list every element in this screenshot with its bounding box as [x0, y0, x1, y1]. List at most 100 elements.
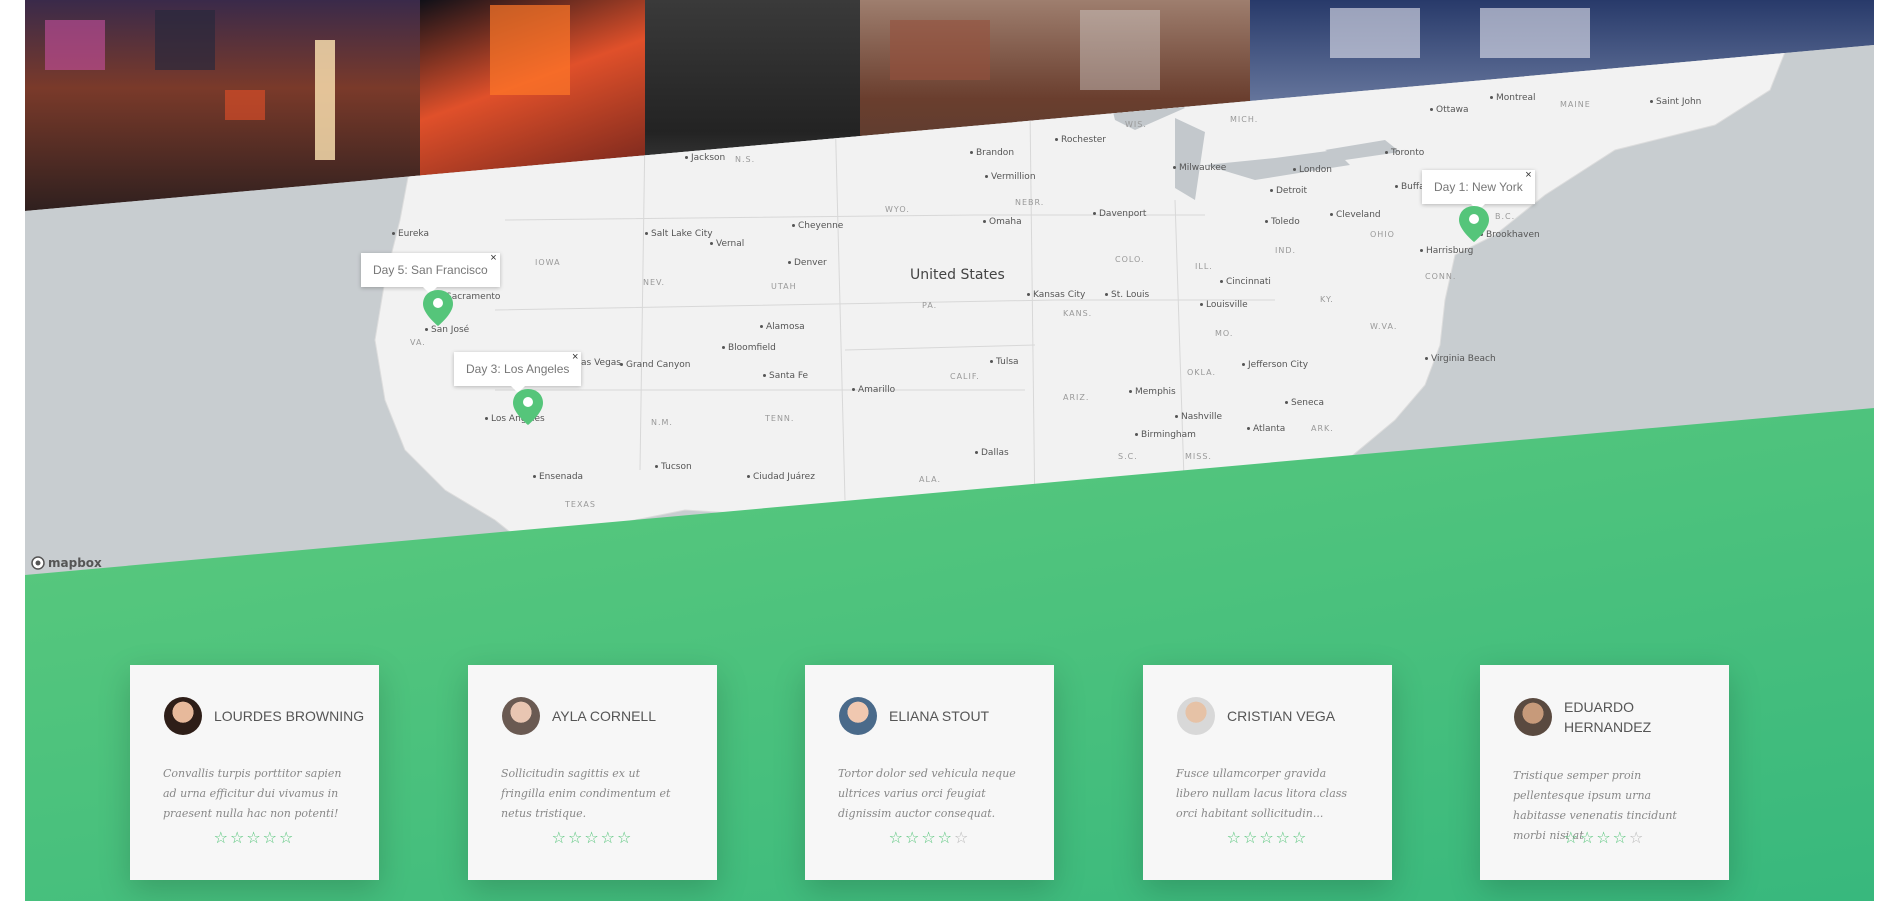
map-state-label: TEXAS	[565, 500, 596, 509]
review-card: Cristian Vega Fusce ullamcorper gravida …	[1143, 665, 1392, 880]
map-state-label: ILL.	[1195, 262, 1213, 271]
map-city-label: Toledo	[1265, 217, 1300, 227]
map-state-label: NEBR.	[1015, 198, 1045, 207]
mapbox-attribution: mapbox	[48, 556, 102, 570]
star-icon: ☆	[551, 828, 568, 847]
popup-label: Day 1: New York	[1434, 180, 1523, 194]
map-city-label: London	[1293, 165, 1332, 175]
star-icon: ☆	[888, 828, 905, 847]
review-text: Fusce ullamcorper gravida libero nullam …	[1176, 767, 1348, 820]
star-icon: ☆	[229, 828, 247, 847]
review-text: Sollicitudin sagittis ex ut fringilla en…	[501, 767, 671, 820]
map-pin-icon[interactable]	[423, 290, 453, 326]
map-city-label: Memphis	[1129, 387, 1176, 397]
map-state-label: MO.	[1215, 329, 1234, 338]
map-city-label: Dallas	[975, 448, 1009, 458]
review-text: Tortor dolor sed vehicula neque ultrices…	[838, 767, 1016, 820]
tour-page: United States Montreal Ottawa Saint John Br…	[25, 0, 1874, 901]
map-city-label: Atlanta	[1247, 424, 1285, 434]
map-city-label: Jackson	[685, 153, 725, 163]
review-text: Convallis turpis porttitor sapien ad urn…	[163, 767, 342, 820]
map-city-label: Ensenada	[533, 472, 583, 482]
map-state-label: CONN.	[1425, 272, 1457, 281]
map-state-label: OKLA.	[1187, 368, 1217, 377]
close-icon[interactable]: ×	[1525, 169, 1531, 181]
map-state-label: MICH.	[1230, 115, 1259, 124]
star-icon: ☆	[584, 828, 601, 847]
map-city-label: Eureka	[392, 229, 429, 239]
map-city-label: Bloomfield	[722, 343, 776, 353]
map-city-label: Virginia Beach	[1425, 354, 1496, 364]
star-icon: ☆	[904, 828, 922, 847]
review-card: Lourdes Browning Convallis turpis portti…	[130, 665, 379, 880]
review-card: Eliana Stout Tortor dolor sed vehicula n…	[805, 665, 1054, 880]
star-icon: ☆	[246, 828, 263, 847]
mapbox-logo[interactable]: mapbox	[31, 556, 102, 570]
reviewer-name: Eliana Stout	[889, 708, 990, 724]
map-state-label: PA.	[922, 301, 938, 310]
map-state-label: MAINE	[1560, 100, 1591, 109]
map-state-label: B.C.	[1495, 212, 1516, 221]
popup-new-york: Day 1: New York ×	[1422, 169, 1535, 211]
popup-label: Day 5: San Francisco	[373, 263, 488, 277]
close-icon[interactable]: ×	[490, 252, 496, 264]
map-city-label: Birmingham	[1135, 430, 1196, 440]
map-city-label: Alamosa	[760, 322, 805, 332]
star-icon: ☆	[1292, 828, 1309, 847]
mapbox-logo-icon	[31, 556, 45, 570]
map-city-label: Louisville	[1200, 300, 1248, 310]
star-icon: ☆	[1259, 828, 1276, 847]
star-icon: ☆	[937, 828, 955, 847]
avatar	[839, 697, 877, 735]
review-card: Eduardo Hernandez Tristique semper proin…	[1480, 665, 1729, 880]
map-city-label: Toronto	[1385, 148, 1424, 158]
map-state-label: ARIZ.	[1063, 393, 1090, 402]
reviewer-name: Eduardo Hernandez	[1564, 699, 1652, 735]
map-state-label: WIS.	[1125, 120, 1147, 129]
map-state-label: COLO.	[1115, 255, 1145, 264]
map-city-label: Milwaukee	[1173, 163, 1226, 173]
map-state-label: IND.	[1275, 246, 1297, 255]
map-city-label: San José	[425, 325, 469, 335]
map-state-label: CALIF.	[950, 372, 980, 381]
map-state-label: N.M.	[651, 418, 673, 427]
close-icon[interactable]: ×	[572, 351, 578, 363]
popup-san-francisco: Day 5: San Francisco ×	[361, 252, 500, 294]
map-state-label: MISS.	[1185, 452, 1212, 461]
map-city-label: Seneca	[1285, 398, 1324, 408]
map-city-label: Nashville	[1175, 412, 1222, 422]
star-icon: ☆	[1226, 828, 1243, 847]
star-icon: ☆	[262, 828, 280, 847]
map-city-label: Detroit	[1270, 186, 1307, 196]
map-city-label: Vernal	[710, 239, 744, 249]
map-state-label: S.C.	[1118, 452, 1138, 461]
map-city-label: Santa Fe	[763, 371, 808, 381]
map-city-label: Salt Lake City	[645, 229, 713, 239]
avatar	[164, 697, 202, 735]
star-icon: ☆	[567, 828, 585, 847]
star-icon: ☆	[279, 828, 296, 847]
map-state-label: IOWA	[535, 258, 561, 267]
map-city-label: Ottawa	[1430, 105, 1469, 115]
map-state-label: KY.	[1320, 295, 1334, 304]
map-state-label: ARK.	[1311, 424, 1334, 433]
star-icon: ☆	[1596, 828, 1613, 847]
map-pin-icon[interactable]	[1459, 206, 1489, 242]
rating-stars: ☆☆☆☆☆	[1480, 828, 1729, 847]
map-city-label: Rochester	[1055, 135, 1106, 145]
reviewer-name: Lourdes Browning	[214, 708, 365, 724]
map-state-label: OHIO	[1370, 230, 1395, 239]
map-pin-icon[interactable]	[513, 389, 543, 425]
map-city-label: Tucson	[655, 462, 692, 472]
map-city-label: Kansas City	[1027, 290, 1085, 300]
map-state-label: ALA.	[919, 475, 941, 484]
country-label: United States	[910, 267, 1005, 283]
map-state-label: KANS.	[1063, 309, 1093, 318]
star-icon: ☆	[1612, 828, 1630, 847]
map-city-label: Harrisburg	[1420, 246, 1473, 256]
map-city-label: Amarillo	[852, 385, 895, 395]
reviewer-name: Ayla Cornell	[552, 708, 657, 724]
map-state-label: UTAH	[771, 282, 797, 291]
map-state-label: W.VA.	[1370, 322, 1398, 331]
star-icon: ☆	[921, 828, 938, 847]
